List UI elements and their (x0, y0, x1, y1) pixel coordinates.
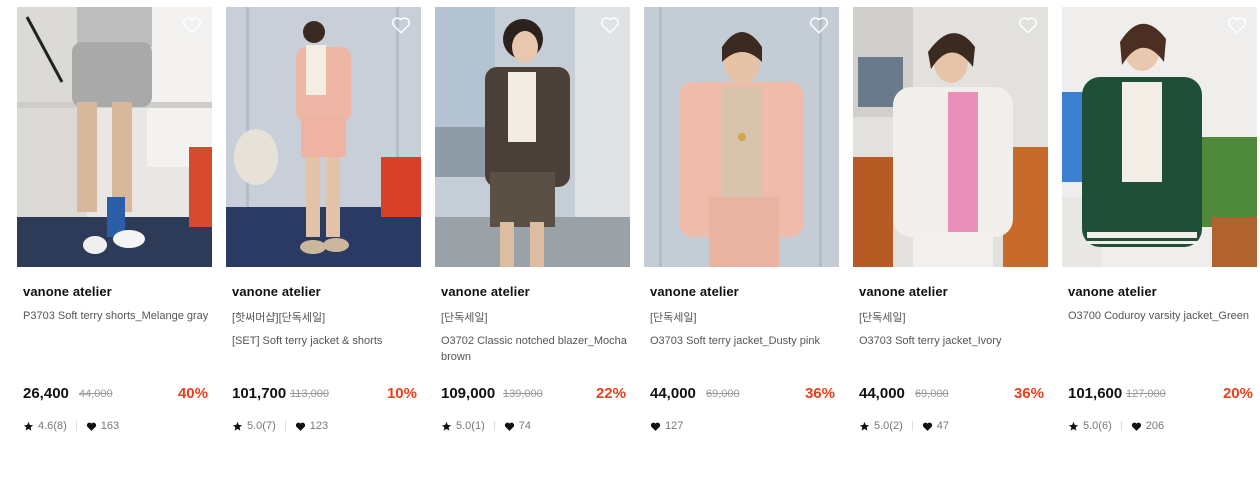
promo-tag: [핫써머샵][단독세일] (232, 312, 326, 324)
star-icon (859, 421, 870, 432)
product-photo (1062, 7, 1257, 267)
heart-icon (295, 421, 306, 432)
likes-count: 206 (1145, 420, 1165, 432)
review-meta: 4.6(8) 163 (23, 419, 119, 433)
sale-price: 44,000 (859, 385, 905, 402)
original-price: 69,000 (915, 388, 949, 400)
price-row: 44,000 69,000 36% (859, 385, 1044, 405)
star-icon (1068, 421, 1079, 432)
rating-text: 5.0(1) (456, 420, 485, 432)
original-price: 127,000 (1126, 388, 1166, 400)
sale-price: 101,600 (1068, 385, 1123, 402)
discount-rate: 22% (595, 385, 626, 402)
sale-price: 26,400 (23, 385, 69, 402)
original-price: 69,000 (706, 388, 740, 400)
product-name[interactable]: P3703 Soft terry shorts_Melange gray (23, 308, 209, 324)
product-photo (644, 7, 839, 267)
promo-tag: [단독세일] (650, 312, 697, 324)
wishlist-heart-icon[interactable] (391, 16, 411, 34)
brand-name[interactable]: vanone atelier (441, 284, 530, 299)
discount-rate: 10% (386, 385, 417, 402)
heart-icon (86, 421, 97, 432)
wishlist-heart-icon[interactable] (1018, 16, 1038, 34)
wishlist-heart-icon[interactable] (1227, 16, 1247, 34)
review-meta: 5.0(1) 74 (441, 419, 531, 433)
product-image[interactable] (226, 7, 421, 267)
product-card[interactable]: vanone atelier [단독세일] O3703 Soft terry j… (853, 7, 1048, 447)
product-grid: vanone atelier P3703 Soft terry shorts_M… (17, 7, 1260, 478)
rating-text: 5.0(6) (1083, 420, 1112, 432)
wishlist-heart-icon[interactable] (182, 16, 202, 34)
product-card[interactable]: vanone atelier [단독세일] O3703 Soft terry j… (644, 7, 839, 447)
divider (284, 421, 286, 431)
price-row: 26,400 44,000 40% (23, 385, 208, 405)
divider (493, 421, 495, 431)
heart-icon (504, 421, 515, 432)
price-row: 109,000 139,000 22% (441, 385, 626, 405)
price-row: 101,600 127,000 20% (1068, 385, 1253, 405)
heart-icon (1131, 421, 1142, 432)
likes-count: 123 (309, 420, 329, 432)
review-meta: 5.0(6) 206 (1068, 419, 1164, 433)
promo-tag: [단독세일] (441, 312, 488, 324)
original-price: 44,000 (79, 388, 113, 400)
brand-name[interactable]: vanone atelier (650, 284, 739, 299)
price-row: 101,700 113,000 10% (232, 385, 417, 405)
product-image[interactable] (435, 7, 630, 267)
product-image[interactable] (1062, 7, 1257, 267)
discount-rate: 36% (804, 385, 835, 402)
original-price: 113,000 (290, 388, 329, 400)
product-photo (226, 7, 421, 267)
review-meta: 5.0(2) 47 (859, 419, 949, 433)
product-photo (853, 7, 1048, 267)
product-image[interactable] (853, 7, 1048, 267)
product-card[interactable]: vanone atelier O3700 Coduroy varsity jac… (1062, 7, 1257, 447)
divider (1120, 421, 1122, 431)
discount-rate: 40% (177, 385, 208, 402)
product-name[interactable]: O3700 Coduroy varsity jacket_Green (1068, 308, 1254, 324)
product-image[interactable] (644, 7, 839, 267)
product-card[interactable]: vanone atelier P3703 Soft terry shorts_M… (17, 7, 212, 447)
product-photo (17, 7, 212, 267)
likes-count: 74 (518, 420, 531, 432)
rating-text: 5.0(7) (247, 420, 276, 432)
price-row: 44,000 69,000 36% (650, 385, 835, 405)
product-name[interactable]: O3703 Soft terry jacket_Ivory (859, 333, 1045, 349)
promo-tag: [단독세일] (859, 312, 906, 324)
product-name[interactable]: O3703 Soft terry jacket_Dusty pink (650, 333, 836, 349)
sale-price: 101,700 (232, 385, 287, 402)
brand-name[interactable]: vanone atelier (23, 284, 112, 299)
brand-name[interactable]: vanone atelier (1068, 284, 1157, 299)
heart-icon (922, 421, 933, 432)
review-meta: 127 (650, 419, 683, 433)
product-card[interactable]: vanone atelier [단독세일] O3702 Classic notc… (435, 7, 630, 447)
brand-name[interactable]: vanone atelier (232, 284, 321, 299)
star-icon (441, 421, 452, 432)
likes-count: 163 (100, 420, 120, 432)
wishlist-heart-icon[interactable] (809, 16, 829, 34)
review-meta: 5.0(7) 123 (232, 419, 328, 433)
rating-text: 5.0(2) (874, 420, 903, 432)
likes-count: 47 (936, 420, 949, 432)
product-name[interactable]: [SET] Soft terry jacket & shorts (232, 333, 418, 349)
heart-icon (650, 421, 661, 432)
product-card[interactable]: vanone atelier [핫써머샵][단독세일] [SET] Soft t… (226, 7, 421, 447)
sale-price: 109,000 (441, 385, 496, 402)
rating-text: 4.6(8) (38, 420, 67, 432)
star-icon (232, 421, 243, 432)
wishlist-heart-icon[interactable] (600, 16, 620, 34)
sale-price: 44,000 (650, 385, 696, 402)
divider (75, 421, 77, 431)
discount-rate: 36% (1013, 385, 1044, 402)
product-name[interactable]: O3702 Classic notched blazer_Mocha brown (441, 333, 627, 365)
likes-count: 127 (665, 420, 684, 432)
original-price: 139,000 (503, 388, 543, 400)
product-image[interactable] (17, 7, 212, 267)
divider (911, 421, 913, 431)
brand-name[interactable]: vanone atelier (859, 284, 948, 299)
product-photo (435, 7, 630, 267)
discount-rate: 20% (1222, 385, 1253, 402)
star-icon (23, 421, 34, 432)
